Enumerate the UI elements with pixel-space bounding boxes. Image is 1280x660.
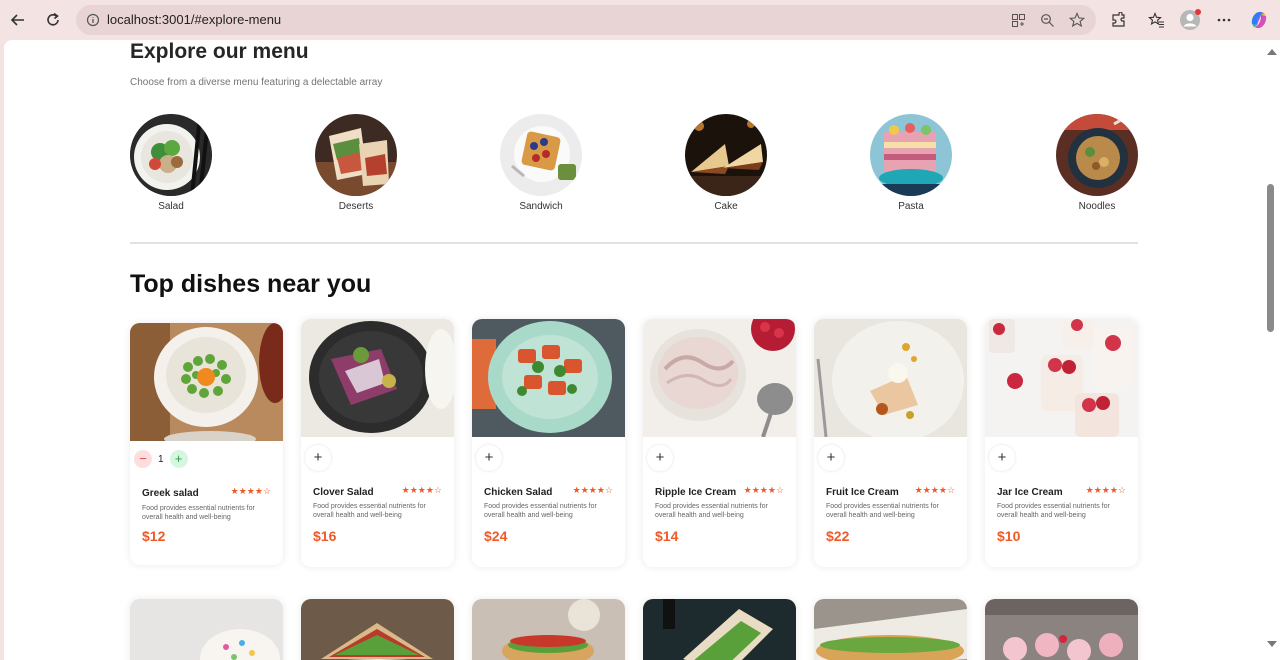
more-options-icon[interactable] (1213, 9, 1235, 31)
explore-menu-title: Explore our menu (130, 40, 309, 63)
site-info-icon[interactable] (84, 11, 102, 29)
decrease-quantity-button[interactable]: − (134, 450, 152, 468)
food-card-chicken-salad[interactable]: + Chicken Salad ★★★★☆ Food provides esse… (472, 319, 625, 567)
rating-stars: ★★★★☆ (914, 485, 955, 495)
url-text[interactable]: localhost:3001/#explore-menu (107, 5, 281, 35)
favorite-star-icon[interactable] (1068, 11, 1086, 29)
increase-quantity-button[interactable]: + (169, 450, 188, 468)
category-cake[interactable]: Cake (685, 114, 767, 212)
page-viewport: Explore our menu Choose from a diverse m… (4, 40, 1264, 660)
food-description: Food provides essential nutrients for ov… (484, 503, 597, 519)
food-card-row2[interactable] (814, 599, 967, 660)
food-description: Food provides essential nutrients for ov… (313, 503, 426, 519)
add-to-cart-button[interactable]: + (647, 445, 673, 471)
top-dishes-title: Top dishes near you (130, 270, 372, 298)
extensions-icon[interactable] (1107, 9, 1129, 31)
quantity-value: 1 (158, 453, 164, 465)
food-description: Food provides essential nutrients for ov… (997, 503, 1110, 519)
category-label: Pasta (898, 201, 924, 212)
food-name: Greek salad (142, 488, 199, 499)
rating-stars: ★★★★☆ (230, 486, 271, 496)
food-price: $24 (484, 528, 508, 544)
scrollbar-thumb[interactable] (1267, 184, 1274, 332)
category-noodles-image[interactable] (1056, 114, 1138, 196)
food-image[interactable] (643, 319, 796, 437)
food-price: $16 (313, 528, 337, 544)
food-image[interactable] (814, 599, 967, 660)
rating-stars: ★★★★☆ (743, 485, 784, 495)
section-divider (130, 242, 1138, 244)
food-card-ripple-ice-cream[interactable]: + Ripple Ice Cream ★★★★☆ Food provides e… (643, 319, 796, 567)
category-label: Sandwich (519, 201, 563, 212)
category-label: Cake (714, 201, 738, 212)
category-cake-image[interactable] (685, 114, 767, 196)
add-to-cart-button[interactable]: + (476, 445, 502, 471)
rating-stars: ★★★★☆ (401, 485, 442, 495)
food-image[interactable] (301, 319, 454, 437)
vertical-scrollbar[interactable] (1264, 40, 1280, 660)
rating-stars: ★★★★☆ (1085, 485, 1126, 495)
profile-avatar-icon[interactable] (1179, 9, 1201, 31)
category-sandwich[interactable]: Sandwich (500, 114, 582, 212)
food-price: $10 (997, 528, 1021, 544)
address-bar[interactable]: localhost:3001/#explore-menu (76, 5, 1096, 35)
zoom-icon[interactable] (1038, 11, 1056, 29)
food-image[interactable] (985, 599, 1138, 660)
scroll-down-arrow-icon[interactable] (1267, 641, 1277, 647)
category-label: Noodles (1078, 201, 1116, 212)
category-deserts[interactable]: Deserts (315, 114, 397, 212)
rating-stars: ★★★★☆ (572, 485, 613, 495)
reload-icon[interactable] (40, 7, 66, 33)
copilot-icon[interactable] (1248, 9, 1270, 31)
category-noodles[interactable]: Noodles (1056, 114, 1138, 212)
food-image[interactable] (814, 319, 967, 437)
food-price: $14 (655, 528, 679, 544)
food-image[interactable] (472, 319, 625, 437)
add-to-cart-button[interactable]: + (818, 445, 844, 471)
food-description: Food provides essential nutrients for ov… (655, 503, 768, 519)
category-salad[interactable]: Salad (130, 114, 212, 212)
category-label: Deserts (338, 201, 374, 212)
category-salad-image[interactable] (130, 114, 212, 196)
food-image[interactable] (301, 599, 454, 660)
food-card-row2[interactable] (985, 599, 1138, 660)
apps-icon[interactable] (1009, 11, 1027, 29)
category-pasta-image[interactable] (870, 114, 952, 196)
add-to-cart-button[interactable]: + (989, 445, 1015, 471)
category-label: Salad (158, 201, 184, 212)
quantity-counter[interactable]: − 1 + (134, 449, 188, 469)
category-pasta[interactable]: Pasta (870, 114, 952, 212)
food-image[interactable] (472, 599, 625, 660)
food-name: Clover Salad (313, 487, 374, 498)
favorites-icon[interactable] (1145, 9, 1167, 31)
food-card-jar-ice-cream[interactable]: + Jar Ice Cream ★★★★☆ Food provides esse… (985, 319, 1138, 567)
food-card-fruit-ice-cream[interactable]: + Fruit Ice Cream ★★★★☆ Food provides es… (814, 319, 967, 567)
food-card-row2[interactable] (130, 599, 283, 660)
food-name: Chicken Salad (484, 487, 553, 498)
food-image[interactable] (985, 319, 1138, 437)
add-to-cart-button[interactable]: + (305, 445, 331, 471)
category-deserts-image[interactable] (315, 114, 397, 196)
explore-menu-subtitle: Choose from a diverse menu featuring a d… (130, 77, 383, 88)
food-card-clover-salad[interactable]: + Clover Salad ★★★★☆ Food provides essen… (301, 319, 454, 567)
food-card-row2[interactable] (643, 599, 796, 660)
food-description: Food provides essential nutrients for ov… (826, 503, 939, 519)
food-card-row2[interactable] (301, 599, 454, 660)
food-image[interactable] (130, 323, 283, 441)
food-card-row2[interactable] (472, 599, 625, 660)
scroll-up-arrow-icon[interactable] (1267, 49, 1277, 55)
food-name: Fruit Ice Cream (826, 487, 899, 498)
food-price: $22 (826, 528, 850, 544)
category-sandwich-image[interactable] (500, 114, 582, 196)
food-name: Ripple Ice Cream (655, 487, 737, 498)
back-icon[interactable] (5, 7, 31, 33)
food-image[interactable] (130, 599, 283, 660)
food-name: Jar Ice Cream (997, 487, 1063, 498)
food-card-greek-salad[interactable]: − 1 + Greek salad ★★★★☆ Food provides es… (130, 323, 283, 565)
food-description: Food provides essential nutrients for ov… (142, 505, 255, 521)
food-image[interactable] (643, 599, 796, 660)
browser-toolbar: localhost:3001/#explore-menu (0, 0, 1280, 40)
food-price: $12 (142, 528, 166, 544)
